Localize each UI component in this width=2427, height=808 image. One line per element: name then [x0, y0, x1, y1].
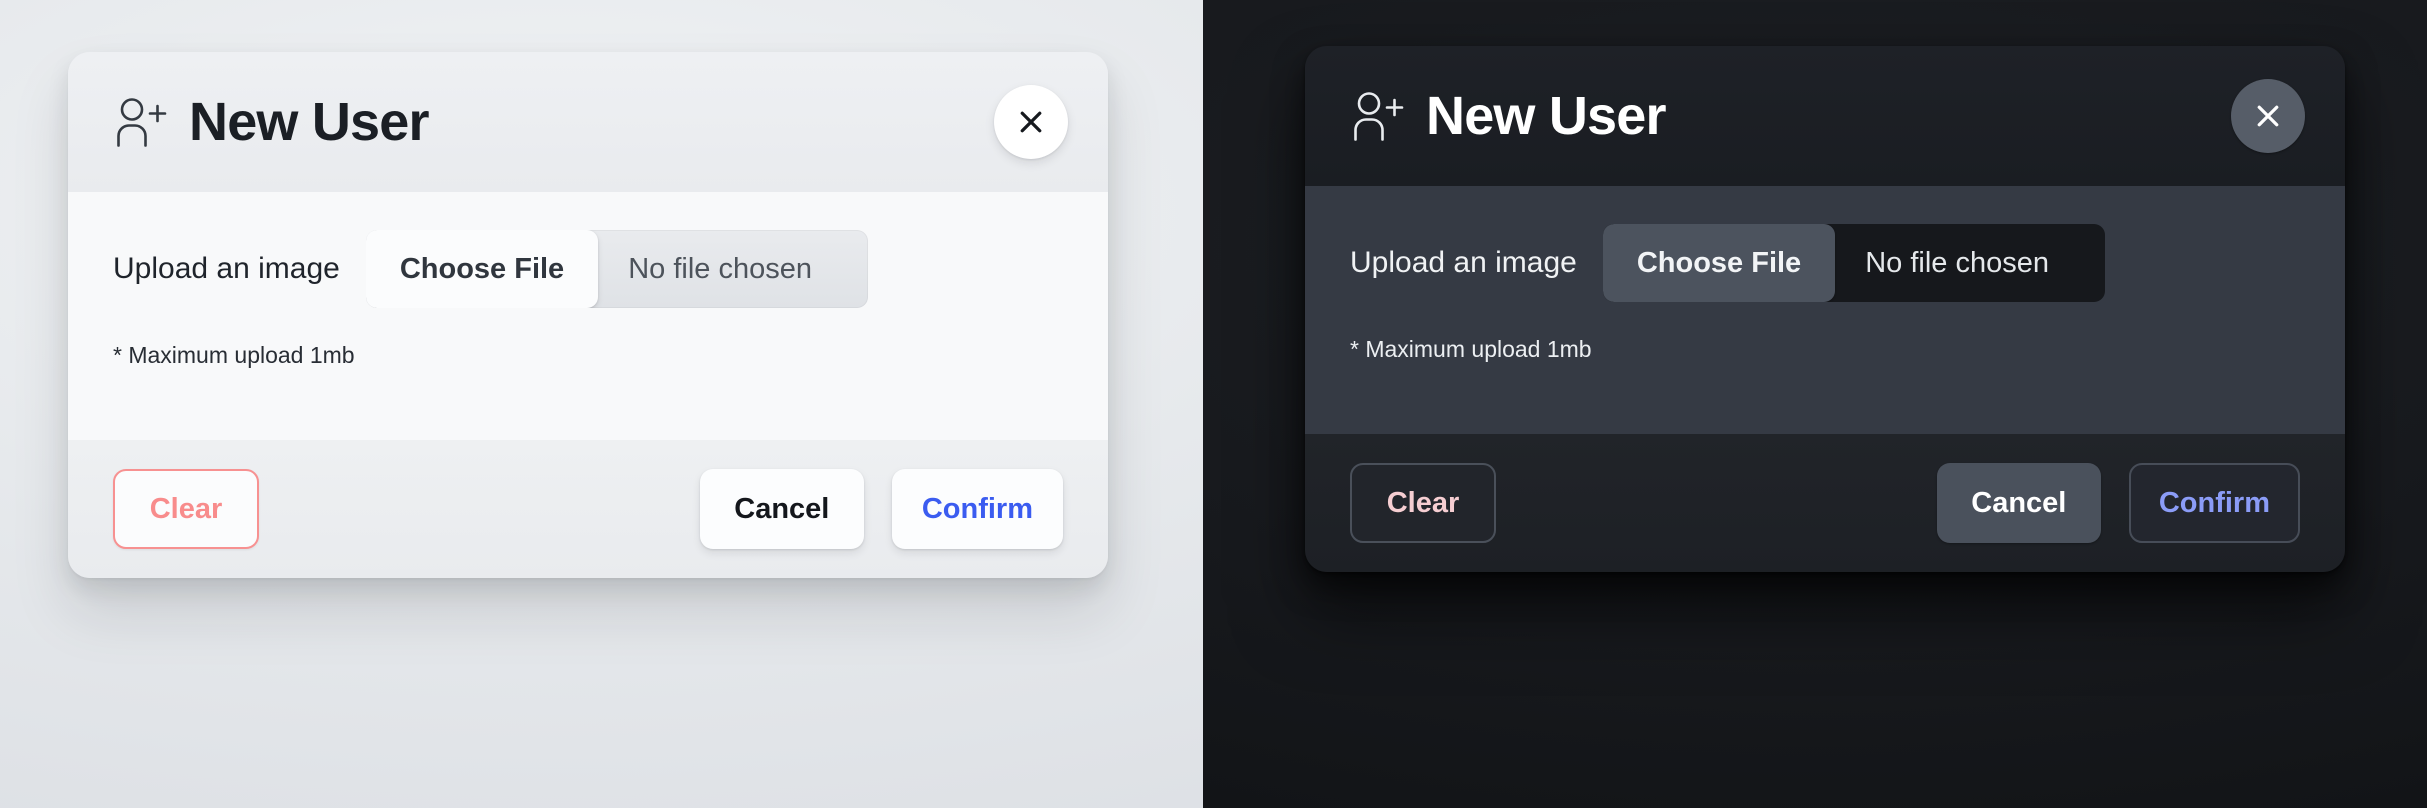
- close-button[interactable]: [2231, 79, 2305, 153]
- light-theme-panel: New User Upload an image Choose File No …: [0, 0, 1203, 808]
- file-name-value: No file chosen: [628, 252, 812, 285]
- file-input[interactable]: Choose File No file chosen: [1602, 224, 2106, 302]
- modal-header: New User: [68, 52, 1108, 192]
- page-title: New User: [189, 92, 430, 152]
- new-user-modal-light: New User Upload an image Choose File No …: [68, 52, 1108, 578]
- modal-header: New User: [1305, 46, 2345, 186]
- upload-hint-text: * Maximum upload 1mb: [1350, 336, 1592, 362]
- clear-button[interactable]: Clear: [1350, 463, 1496, 543]
- file-name-value: No file chosen: [1865, 246, 2049, 279]
- upload-image-label: Upload an image: [113, 252, 340, 285]
- upload-row: Upload an image Choose File No file chos…: [113, 230, 1063, 308]
- modal-footer: Clear Cancel Confirm: [1305, 434, 2345, 572]
- modal-footer: Clear Cancel Confirm: [68, 440, 1108, 578]
- choose-file-button[interactable]: Choose File: [1602, 224, 1836, 302]
- screenshot-stage: New User Upload an image Choose File No …: [0, 0, 2427, 808]
- new-user-modal-dark: New User Upload an image Choose File No …: [1305, 46, 2345, 572]
- file-input[interactable]: Choose File No file chosen: [365, 230, 869, 308]
- confirm-button[interactable]: Confirm: [2128, 463, 2300, 543]
- close-icon: [2257, 105, 2279, 127]
- close-icon: [1020, 111, 1042, 133]
- footer-actions: Cancel Confirm: [1936, 463, 2300, 543]
- cancel-button[interactable]: Cancel: [1936, 463, 2101, 543]
- dark-theme-panel: New User Upload an image Choose File No …: [1203, 0, 2427, 808]
- footer-actions: Cancel Confirm: [699, 469, 1063, 549]
- modal-body: Upload an image Choose File No file chos…: [1305, 186, 2345, 434]
- user-plus-icon: [117, 98, 167, 147]
- upload-row: Upload an image Choose File No file chos…: [1350, 224, 2300, 302]
- choose-file-button[interactable]: Choose File: [365, 230, 599, 308]
- cancel-button[interactable]: Cancel: [699, 469, 864, 549]
- clear-button[interactable]: Clear: [113, 469, 259, 549]
- modal-header-left: New User: [1350, 86, 1667, 146]
- confirm-button[interactable]: Confirm: [891, 469, 1063, 549]
- modal-header-left: New User: [113, 92, 430, 152]
- modal-body: Upload an image Choose File No file chos…: [68, 192, 1108, 440]
- page-title: New User: [1426, 86, 1667, 146]
- upload-image-label: Upload an image: [1350, 246, 1577, 279]
- upload-hint-text: * Maximum upload 1mb: [113, 342, 355, 368]
- close-button[interactable]: [994, 85, 1068, 159]
- user-plus-icon: [1354, 92, 1404, 141]
